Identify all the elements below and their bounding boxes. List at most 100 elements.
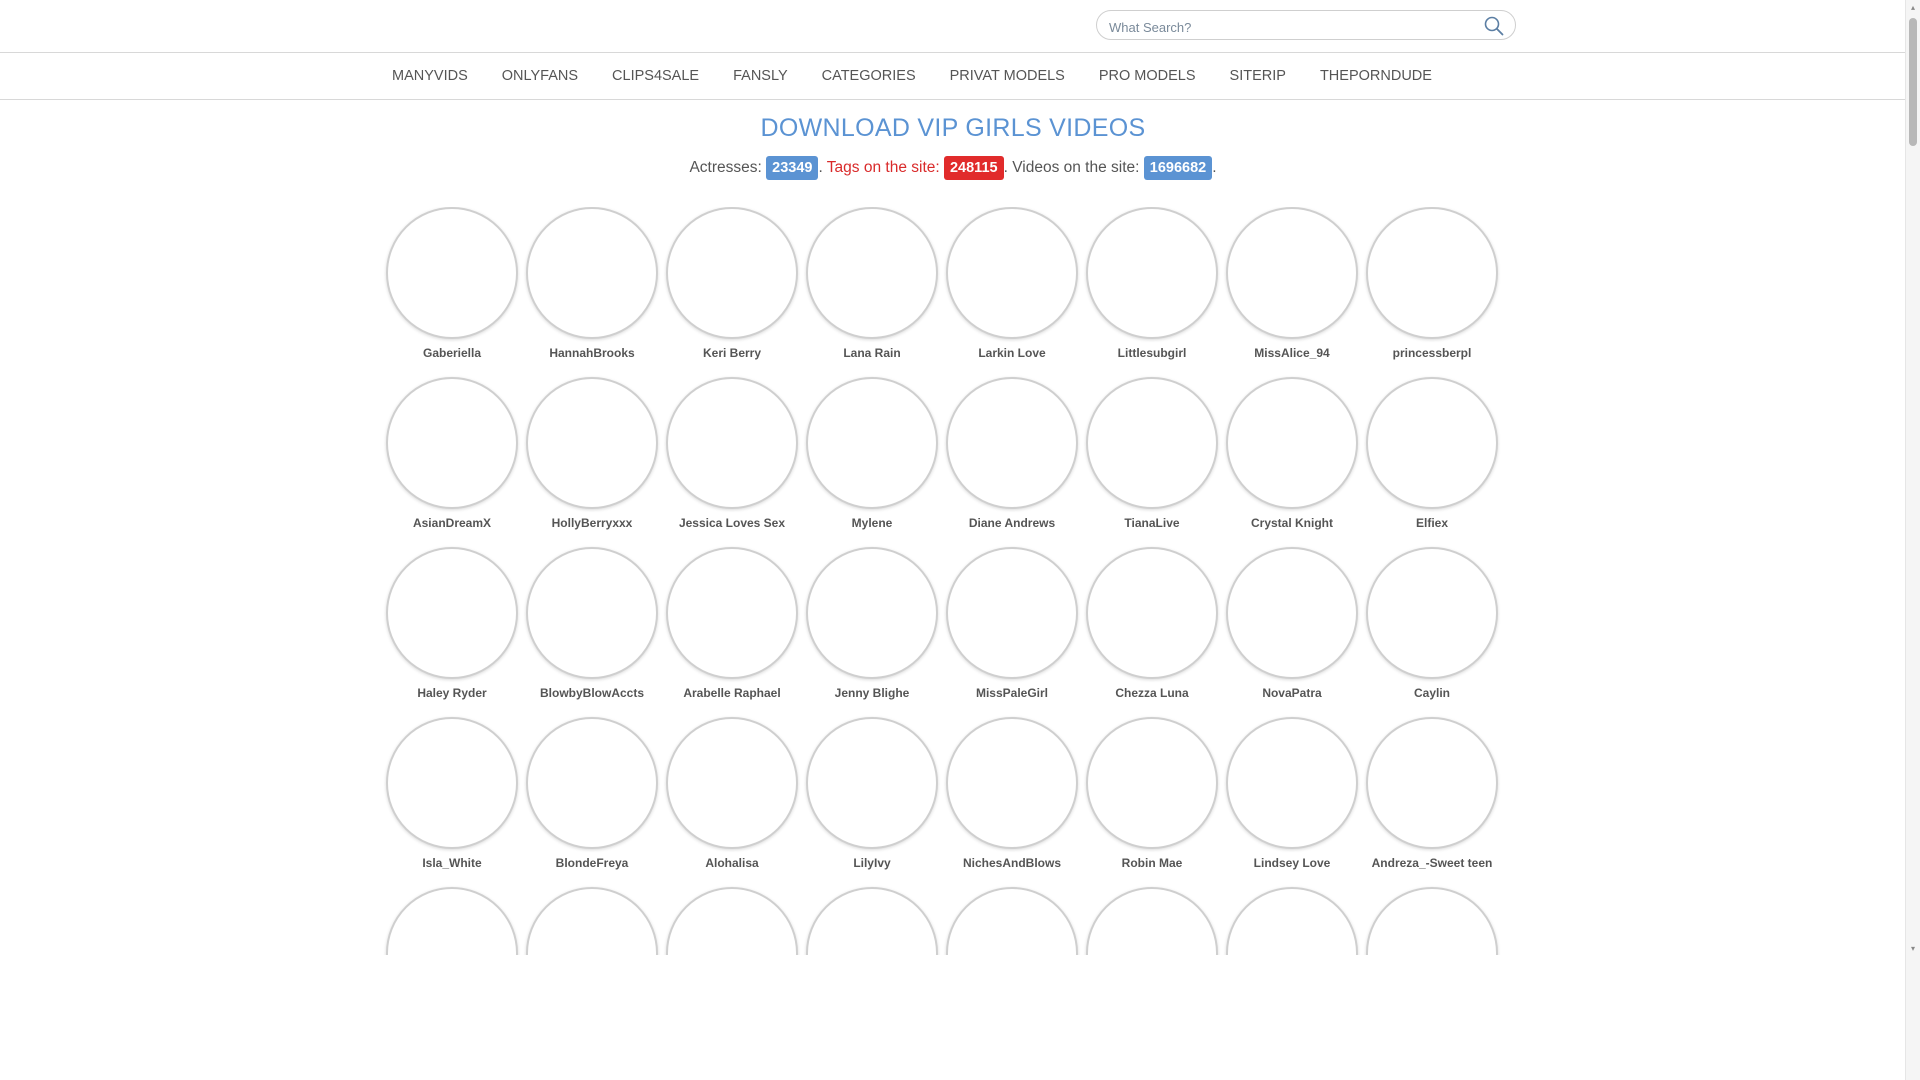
model-card[interactable]: Jenny Blighe (802, 547, 942, 703)
model-card[interactable]: HollyBerryxxx (522, 377, 662, 533)
model-avatar[interactable] (946, 717, 1078, 849)
model-avatar[interactable] (1086, 207, 1218, 339)
model-card[interactable]: AsianDreamX (382, 377, 522, 533)
model-avatar[interactable] (806, 547, 938, 679)
model-avatar[interactable] (806, 717, 938, 849)
nav-item-siterip[interactable]: SITERIP (1230, 53, 1286, 99)
model-avatar[interactable] (666, 377, 798, 509)
model-avatar[interactable] (1366, 207, 1498, 339)
page-scrollbar[interactable]: ▴ ▾ (1905, 0, 1920, 1080)
model-avatar[interactable] (806, 377, 938, 509)
model-card[interactable]: TianaLive (1082, 377, 1222, 533)
model-name-link[interactable]: Haley Ryder (382, 686, 522, 700)
model-name-link[interactable]: AsianDreamX (382, 516, 522, 530)
model-name-link[interactable]: princessberpl (1362, 346, 1502, 360)
model-card[interactable]: MissPaleGirl (942, 547, 1082, 703)
model-name-link[interactable]: Lindsey Love (1222, 856, 1362, 870)
model-card[interactable]: MissAlice_94 (1222, 207, 1362, 363)
model-card[interactable]: Alohalisa (662, 717, 802, 873)
model-avatar[interactable] (1366, 547, 1498, 679)
model-name-link[interactable]: HannahBrooks (522, 346, 662, 360)
model-card[interactable]: Chezza Luna (1082, 547, 1222, 703)
model-name-link[interactable]: BlondeFreya (522, 856, 662, 870)
model-name-link[interactable]: MissPaleGirl (942, 686, 1082, 700)
model-card[interactable]: Haley Ryder (382, 547, 522, 703)
model-card[interactable]: Andreza_-Sweet teen (1362, 717, 1502, 873)
model-card[interactable] (522, 887, 662, 955)
model-avatar[interactable] (666, 887, 798, 955)
model-avatar[interactable] (946, 887, 1078, 955)
model-name-link[interactable]: Gaberiella (382, 346, 522, 360)
search-icon[interactable] (1483, 15, 1505, 37)
model-avatar[interactable] (1366, 377, 1498, 509)
model-name-link[interactable]: Chezza Luna (1082, 686, 1222, 700)
model-card[interactable] (802, 887, 942, 955)
model-avatar[interactable] (386, 717, 518, 849)
model-card[interactable] (662, 887, 802, 955)
model-name-link[interactable]: Larkin Love (942, 346, 1082, 360)
model-name-link[interactable]: Alohalisa (662, 856, 802, 870)
model-name-link[interactable]: BlowbyBlowAccts (522, 686, 662, 700)
model-name-link[interactable]: HollyBerryxxx (522, 516, 662, 530)
nav-item-onlyfans[interactable]: ONLYFANS (502, 53, 578, 99)
model-name-link[interactable]: Keri Berry (662, 346, 802, 360)
model-avatar[interactable] (386, 887, 518, 955)
model-card[interactable]: Isla_White (382, 717, 522, 873)
model-avatar[interactable] (1366, 887, 1498, 955)
model-avatar[interactable] (806, 207, 938, 339)
model-name-link[interactable]: MissAlice_94 (1222, 346, 1362, 360)
nav-item-categories[interactable]: CATEGORIES (822, 53, 916, 99)
model-card[interactable]: Keri Berry (662, 207, 802, 363)
model-avatar[interactable] (1226, 377, 1358, 509)
model-card[interactable]: Caylin (1362, 547, 1502, 703)
model-avatar[interactable] (946, 547, 1078, 679)
nav-item-clips4sale[interactable]: CLIPS4SALE (612, 53, 699, 99)
model-card[interactable]: Arabelle Raphael (662, 547, 802, 703)
scrollbar-thumb[interactable] (1909, 18, 1917, 146)
model-name-link[interactable]: Jenny Blighe (802, 686, 942, 700)
model-card[interactable]: Mylene (802, 377, 942, 533)
model-card[interactable]: BlowbyBlowAccts (522, 547, 662, 703)
model-name-link[interactable]: NovaPatra (1222, 686, 1362, 700)
model-card[interactable] (1222, 887, 1362, 955)
model-avatar[interactable] (1226, 207, 1358, 339)
search-input[interactable] (1107, 16, 1481, 38)
model-avatar[interactable] (1086, 717, 1218, 849)
model-avatar[interactable] (1226, 887, 1358, 955)
model-name-link[interactable]: Mylene (802, 516, 942, 530)
model-card[interactable] (1362, 887, 1502, 955)
model-card[interactable]: Larkin Love (942, 207, 1082, 363)
model-name-link[interactable]: Arabelle Raphael (662, 686, 802, 700)
nav-item-theporndude[interactable]: THEPORNDUDE (1320, 53, 1432, 99)
model-card[interactable] (382, 887, 522, 955)
model-card[interactable]: Crystal Knight (1222, 377, 1362, 533)
model-avatar[interactable] (666, 717, 798, 849)
model-avatar[interactable] (1086, 547, 1218, 679)
model-avatar[interactable] (526, 717, 658, 849)
model-name-link[interactable]: Caylin (1362, 686, 1502, 700)
model-card[interactable]: NovaPatra (1222, 547, 1362, 703)
model-card[interactable]: Littlesubgirl (1082, 207, 1222, 363)
model-card[interactable]: Lindsey Love (1222, 717, 1362, 873)
model-card[interactable]: NichesAndBlows (942, 717, 1082, 873)
model-card[interactable]: Diane Andrews (942, 377, 1082, 533)
nav-item-fansly[interactable]: FANSLY (733, 53, 788, 99)
model-name-link[interactable]: LilyIvy (802, 856, 942, 870)
model-card[interactable]: Jessica Loves Sex (662, 377, 802, 533)
model-name-link[interactable]: Diane Andrews (942, 516, 1082, 530)
model-avatar[interactable] (1366, 717, 1498, 849)
model-name-link[interactable]: Jessica Loves Sex (662, 516, 802, 530)
model-avatar[interactable] (526, 207, 658, 339)
model-name-link[interactable]: Robin Mae (1082, 856, 1222, 870)
model-card[interactable] (1082, 887, 1222, 955)
model-avatar[interactable] (1226, 717, 1358, 849)
model-name-link[interactable]: Lana Rain (802, 346, 942, 360)
model-avatar[interactable] (526, 547, 658, 679)
model-name-link[interactable]: Andreza_-Sweet teen (1362, 856, 1502, 870)
model-card[interactable]: Robin Mae (1082, 717, 1222, 873)
model-name-link[interactable]: Isla_White (382, 856, 522, 870)
model-avatar[interactable] (946, 377, 1078, 509)
model-avatar[interactable] (526, 887, 658, 955)
scroll-up-arrow-icon[interactable]: ▴ (1909, 4, 1917, 12)
model-card[interactable]: BlondeFreya (522, 717, 662, 873)
